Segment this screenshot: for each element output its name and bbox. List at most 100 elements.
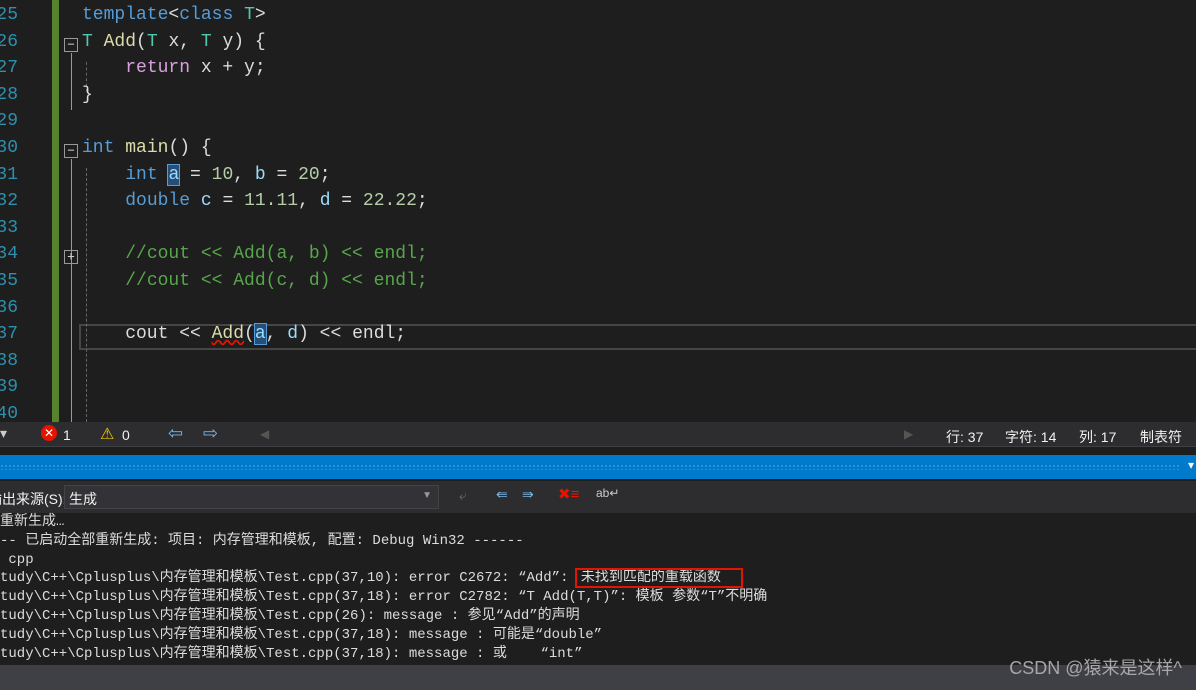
word-wrap-icon[interactable]: ab↵ (596, 486, 619, 500)
output-line: 重新生成… (0, 514, 65, 530)
code-token: int (82, 138, 115, 158)
code-line: template<class T> (82, 5, 266, 25)
code-token: = (330, 191, 363, 212)
line-number: 26 (0, 31, 18, 52)
code-token: Add (103, 31, 137, 52)
output-source-select[interactable]: 生成 ▼ (64, 485, 439, 509)
line-number: 29 (0, 111, 18, 132)
code-token: y) { (211, 31, 266, 52)
code-line: double c = 11.11, d = 22.22; (82, 191, 428, 211)
code-token: Add (211, 324, 245, 345)
code-token: 11.11 (244, 191, 299, 212)
code-token: 20 (298, 164, 320, 185)
expand-icon[interactable]: + (64, 250, 78, 264)
char-indicator: 字符: 14 (1005, 429, 1057, 445)
change-indicator-bar (52, 0, 59, 422)
code-token: x + y; (190, 58, 266, 79)
col-indicator: 列: 17 (1079, 429, 1117, 445)
code-line: T Add(T x, T y) { (82, 32, 266, 52)
error-icon[interactable]: ✕ (41, 425, 57, 441)
code-token: template (82, 5, 169, 25)
previous-message-icon[interactable]: ⇚ (496, 486, 508, 503)
line-number: 25 (0, 5, 18, 25)
code-token: ( (244, 324, 255, 345)
output-line: tudy\C++\Cplusplus\内存管理和模板\Test.cpp(37,1… (0, 589, 768, 606)
warning-count[interactable]: 0 (122, 427, 130, 443)
output-text[interactable]: 重新生成… -- 已启动全部重新生成: 项目: 内存管理和模板, 配置: Debu… (0, 513, 1196, 665)
drag-grip[interactable] (0, 464, 1180, 470)
code-line: int main() { (82, 138, 212, 158)
panel-menu-icon[interactable]: ▾ (1188, 458, 1194, 472)
code-line: return x + y; (82, 58, 266, 79)
line-indicator: 行: 37 (946, 429, 984, 445)
code-token: } (82, 84, 93, 105)
line-number: 40 (0, 404, 18, 422)
code-token: () { (168, 138, 212, 158)
code-token: a (167, 163, 181, 186)
line-number: 28 (0, 84, 18, 105)
next-message-icon[interactable]: ⇛ (522, 486, 534, 503)
nav-forward-icon[interactable]: ⇨ (203, 423, 218, 444)
code-token: T (82, 31, 93, 52)
code-token: b (254, 164, 266, 185)
clear-all-icon[interactable]: ✖≡ (558, 485, 579, 503)
nav-back-icon[interactable]: ⇦ (168, 423, 183, 444)
line-number: 33 (0, 217, 18, 238)
output-toolbar: 输出来源(S): 生成 ▼ ⤶ ⇚ ⇛ ✖≡ ab↵ (0, 481, 1196, 513)
code-token: //cout << Add(c, d) << endl; (125, 271, 428, 291)
code-token: class (179, 5, 234, 25)
line-number: 27 (0, 58, 18, 79)
output-source-label: 输出来源(S): (0, 491, 67, 507)
code-token: ; (319, 164, 331, 185)
line-number: 36 (0, 297, 18, 318)
code-token: ) << endl; (298, 324, 407, 345)
watermark: CSDN @猿来是这样^ (1009, 658, 1182, 678)
chevron-down-icon: ▼ (422, 490, 432, 501)
output-panel-title-bar[interactable]: ▾ (0, 455, 1196, 479)
dropdown-arrow-icon[interactable]: ▾ (0, 425, 7, 442)
code-token: , (298, 191, 320, 212)
code-token: = (211, 191, 245, 212)
code-token: cout << (82, 324, 212, 345)
code-token: ( (136, 31, 147, 52)
output-line: tudy\C++\Cplusplus\内存管理和模板\Test.cpp(26):… (0, 607, 580, 624)
output-line: tudy\C++\Cplusplus\内存管理和模板\Test.cpp(37,1… (0, 626, 603, 643)
fold-guide (71, 53, 72, 110)
code-token: 10 (211, 164, 234, 185)
code-line: //cout << Add(a, b) << endl; (82, 244, 428, 265)
code-token: > (254, 5, 266, 25)
code-token: T (146, 31, 158, 52)
output-line: cpp (0, 551, 34, 568)
tab-indicator[interactable]: 制表符 (1140, 427, 1182, 447)
code-token: x, (157, 31, 201, 52)
collapse-icon[interactable]: − (64, 38, 78, 52)
code-token: //cout << Add(a, b) << endl; (125, 244, 428, 265)
code-token: d (287, 324, 299, 345)
code-editor[interactable]: 25 26 27 28 29 30 31 32 33 34 35 36 37 38 39 40 − − + t… (0, 0, 1196, 422)
go-to-location-icon[interactable]: ⤶ (459, 487, 467, 504)
code-token: ; (416, 191, 428, 212)
code-line: int a = 10, b = 20; (82, 163, 331, 186)
editor-status-bar: ▾ ✕ 1 ⚠ 0 ⇦ ⇨ ◀ ▶ 行: 37 字符: 14 列: 17 制表符 (0, 422, 1196, 447)
code-line: //cout << Add(c, d) << endl; (82, 271, 428, 291)
warning-icon[interactable]: ⚠ (100, 424, 114, 444)
code-token: c (200, 191, 212, 212)
code-line: cout << Add(a, d) << endl; (82, 323, 407, 346)
code-token: , (265, 324, 288, 345)
code-token: double (125, 191, 191, 212)
error-count[interactable]: 1 (63, 427, 71, 443)
collapse-icon[interactable]: − (64, 144, 78, 158)
scroll-left-icon[interactable]: ◀ (260, 427, 269, 441)
code-token: = (265, 164, 299, 185)
line-number: 31 (0, 164, 18, 185)
code-token: < (168, 5, 180, 25)
output-line: tudy\C++\Cplusplus\内存管理和模板\Test.cpp(37,1… (0, 568, 1196, 589)
scroll-right-icon[interactable]: ▶ (904, 427, 913, 441)
